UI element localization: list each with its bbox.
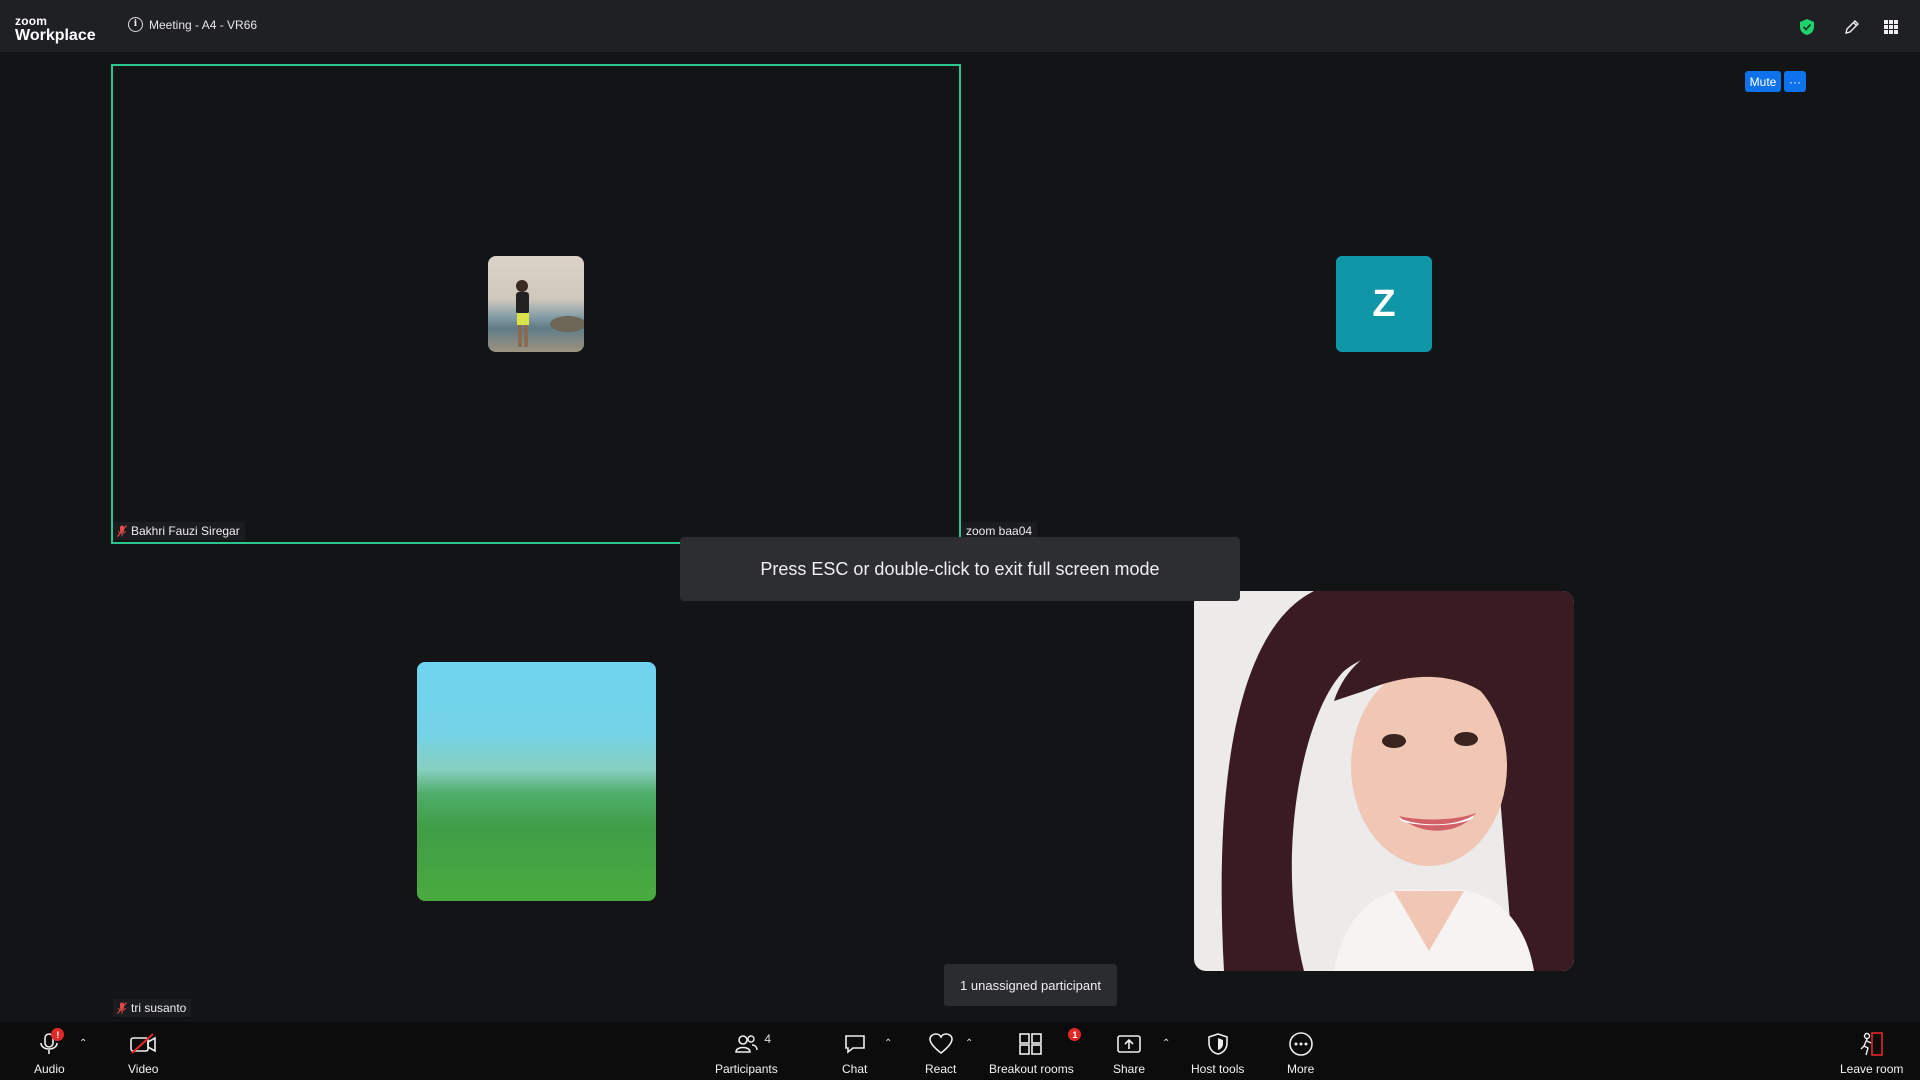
muted-mic-icon — [117, 525, 127, 537]
muted-mic-icon — [117, 1002, 127, 1014]
chat-button[interactable]: Chat — [842, 1030, 867, 1076]
chat-options-caret-icon[interactable]: ⌃ — [884, 1038, 892, 1049]
breakout-rooms-badge: 1 — [1068, 1028, 1082, 1041]
share-screen-icon — [1117, 1035, 1141, 1053]
zoom-workplace-logo: zoom Workplace — [15, 15, 96, 44]
participant-name: tri susanto — [131, 1001, 187, 1015]
heart-icon — [928, 1033, 953, 1055]
name-tag-tri-susanto: tri susanto — [113, 999, 192, 1017]
breakout-rooms-icon — [1019, 1033, 1043, 1055]
top-bar: zoom Workplace i Meeting - A4 - VR66 — [0, 0, 1920, 52]
more-button[interactable]: More — [1287, 1030, 1314, 1076]
participant-name: Bakhri Fauzi Siregar — [131, 524, 240, 538]
more-label: More — [1287, 1062, 1315, 1076]
leave-door-icon — [1860, 1032, 1883, 1056]
video-off-icon — [130, 1033, 157, 1054]
info-icon: i — [128, 17, 143, 32]
participant-avatar-photo — [488, 256, 584, 352]
participants-label: Participants — [715, 1062, 778, 1076]
security-shield-icon[interactable] — [1794, 14, 1820, 40]
more-ellipsis-icon — [1288, 1032, 1313, 1056]
share-options-caret-icon[interactable]: ⌃ — [1162, 1038, 1170, 1049]
logo-big-text: Workplace — [15, 27, 96, 44]
participant-avatar-photo — [1194, 591, 1574, 971]
meeting-info[interactable]: i Meeting - A4 - VR66 — [128, 17, 257, 32]
share-button[interactable]: Share — [1113, 1030, 1145, 1076]
video-label: Video — [128, 1062, 159, 1076]
participant-avatar-photo — [417, 662, 656, 901]
annotate-pencil-icon[interactable] — [1839, 14, 1865, 40]
participants-button[interactable]: 4 Participants — [715, 1030, 778, 1076]
breakout-rooms-button[interactable]: 1 Breakout rooms — [989, 1028, 1082, 1076]
participant-initial-avatar: Z — [1336, 256, 1432, 352]
exit-fullscreen-toast: Press ESC or double-click to exit full s… — [680, 537, 1240, 601]
audio-label: Audio — [34, 1062, 65, 1076]
react-label: React — [925, 1062, 957, 1076]
leave-room-label: Leave room — [1840, 1062, 1904, 1076]
video-button[interactable]: Video — [128, 1030, 158, 1076]
apps-grid-icon[interactable] — [1878, 14, 1904, 40]
react-button[interactable]: React — [925, 1030, 956, 1076]
unassigned-participant-popup[interactable]: 1 unassigned participant — [944, 964, 1117, 1006]
share-label: Share — [1113, 1062, 1146, 1076]
participant-more-button[interactable]: ··· — [1784, 71, 1806, 92]
chat-bubble-icon — [844, 1035, 865, 1054]
participant-name: zoom baa04 — [966, 524, 1033, 538]
react-options-caret-icon[interactable]: ⌃ — [965, 1038, 973, 1049]
meeting-title: Meeting - A4 - VR66 — [149, 17, 258, 32]
participants-count: 4 — [764, 1032, 772, 1046]
shield-icon — [1207, 1033, 1228, 1055]
audio-button[interactable]: ! Audio — [34, 1028, 65, 1076]
host-tools-button[interactable]: Host tools — [1191, 1030, 1244, 1076]
audio-warning-badge: ! — [51, 1028, 65, 1041]
host-tools-label: Host tools — [1191, 1062, 1245, 1076]
leave-room-button[interactable]: Leave room — [1840, 1030, 1903, 1076]
participants-icon — [735, 1035, 759, 1053]
chat-label: Chat — [842, 1062, 868, 1076]
mute-participant-button[interactable]: Mute — [1745, 71, 1781, 92]
logo-small-text: zoom — [15, 14, 48, 28]
breakout-rooms-label: Breakout rooms — [989, 1062, 1074, 1076]
name-tag-active-speaker: Bakhri Fauzi Siregar — [113, 522, 245, 540]
audio-options-caret-icon[interactable]: ⌃ — [79, 1038, 87, 1049]
meeting-toolbar: ! Audio ⌃ Video 4 Participants Chat ⌃ Re… — [0, 1022, 1920, 1080]
